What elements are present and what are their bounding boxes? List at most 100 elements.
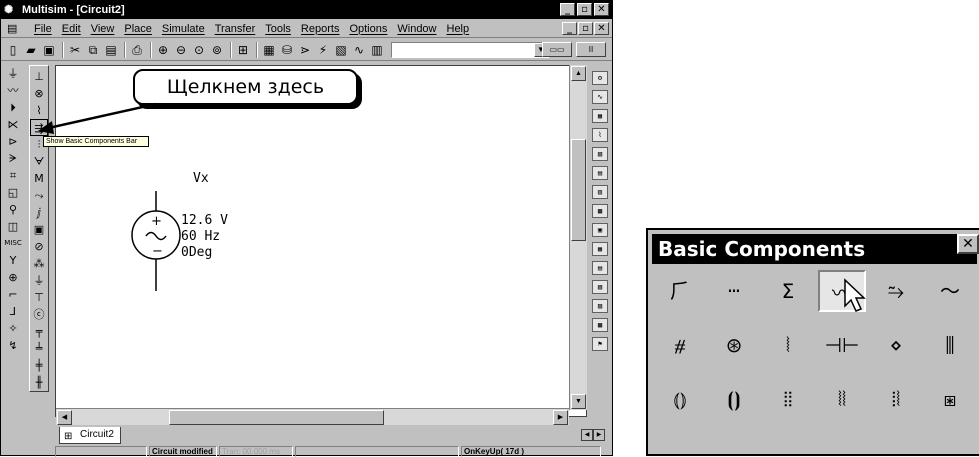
tab-prev-icon[interactable]: ◀	[581, 429, 593, 441]
battery-icon[interactable]: ⊤	[30, 289, 48, 306]
menu-reports[interactable]: Reports	[296, 23, 345, 35]
indicator-icon[interactable]: ◫	[4, 218, 22, 235]
in-use-list-dropdown[interactable]: ▼	[391, 41, 549, 58]
inductor-component-icon[interactable]: 〜	[926, 270, 974, 312]
inductor-icon[interactable]: ᗄ	[30, 153, 48, 170]
virtual-capacitor-pair-icon[interactable]: ⵉ	[764, 270, 812, 312]
probe-icon[interactable]: ⚡	[315, 42, 331, 58]
save-icon[interactable]: ▣	[41, 42, 57, 58]
analog-icon[interactable]: ⊳	[4, 133, 22, 150]
vss-icon[interactable]: ╫	[30, 374, 48, 391]
new-file-icon[interactable]: ▯	[5, 42, 21, 58]
vcc-icon[interactable]: ╤	[30, 323, 48, 340]
horizontal-scrollbar[interactable]: ◀ ▶	[56, 408, 569, 425]
menu-file[interactable]: File	[29, 23, 57, 35]
place-text-icon[interactable]: ↯	[4, 337, 22, 354]
component-wizard-icon[interactable]: ⋗	[297, 42, 313, 58]
tab-circuit2[interactable]: ⊞ Circuit2	[59, 427, 121, 444]
doc-minimize-button[interactable]: _	[562, 22, 577, 35]
grapher-icon[interactable]: ▧	[333, 42, 349, 58]
menu-view[interactable]: View	[86, 23, 120, 35]
copy-icon[interactable]: ⧉	[85, 42, 101, 58]
virtual-resistor-icon[interactable]: ⺁	[656, 270, 704, 312]
place-bus-icon[interactable]: ⅃	[4, 303, 22, 320]
relay-component-icon[interactable]: ⧆	[926, 378, 974, 420]
probe-tool-icon[interactable]: ⚑	[592, 337, 608, 351]
tektronix-icon[interactable]: ▩	[592, 318, 608, 332]
cut-icon[interactable]: ✂	[67, 42, 83, 58]
function-generator-icon[interactable]: ∿	[592, 90, 608, 104]
menu-options[interactable]: Options	[344, 23, 392, 35]
ttl-icon[interactable]: ᗒ	[4, 150, 22, 167]
scroll-down-icon[interactable]: ▼	[571, 394, 586, 409]
doc-close-button[interactable]: ✕	[594, 22, 609, 35]
agilent-icon[interactable]: ▨	[592, 299, 608, 313]
bridge-icon[interactable]: ⋄	[872, 324, 920, 366]
vee-icon[interactable]: ╪	[30, 357, 48, 374]
zoom-out-icon[interactable]: ⊖	[173, 42, 189, 58]
virtual-inductor-pair-icon[interactable]: ⵈ	[710, 270, 758, 312]
connector-icon[interactable]: ▣	[30, 221, 48, 238]
transformer-multi-icon[interactable]: ⦙⦙	[764, 378, 812, 420]
oscilloscope-icon[interactable]: ⌇	[592, 128, 608, 142]
basic-icon[interactable]: 〰	[4, 82, 22, 99]
zoom-area-icon[interactable]: ⊙	[191, 42, 207, 58]
power-source-icon[interactable]: ⊥	[30, 68, 48, 85]
scroll-right-icon[interactable]: ▶	[553, 410, 568, 425]
transistor-icon[interactable]: ⋉	[4, 116, 22, 133]
variable-capacitor-icon[interactable]: ⧣	[656, 324, 704, 366]
crystal-icon[interactable]: ⁂	[30, 255, 48, 272]
electromech-icon[interactable]: ⊕	[4, 269, 22, 286]
transformer-ct-icon[interactable]: ⦗⦘	[710, 378, 758, 420]
ladder-icon[interactable]: ⌐	[4, 286, 22, 303]
relay-icon[interactable]: ⅉ	[30, 204, 48, 221]
logic-analyzer-icon[interactable]: ▥	[592, 185, 608, 199]
transformer-icon[interactable]: ⦅⦆	[656, 378, 704, 420]
minimize-button[interactable]: _	[560, 3, 575, 16]
simulate-switch-icon[interactable]: ▭▭	[542, 42, 572, 57]
socket-icon[interactable]: ⊘	[30, 238, 48, 255]
zoom-fit-icon[interactable]: ⊚	[209, 42, 225, 58]
bode-plotter-icon[interactable]: ▧	[592, 147, 608, 161]
document-icon[interactable]: ▤	[7, 22, 23, 36]
transformer-tap-icon[interactable]: ⦚⦚	[818, 378, 866, 420]
potentiometer-icon[interactable]: ⥲	[872, 270, 920, 312]
cmos-icon[interactable]: ⌗	[4, 167, 22, 184]
paste-icon[interactable]: ▤	[103, 42, 119, 58]
antenna-icon[interactable]: Y	[4, 252, 22, 269]
misc-digital-icon[interactable]: ◱	[4, 184, 22, 201]
capacitor-component-icon[interactable]: ⊣⊢	[818, 324, 866, 366]
spreadsheet-icon[interactable]: ▦	[261, 42, 277, 58]
wattmeter-icon[interactable]: ▦	[592, 109, 608, 123]
iv-analyzer-icon[interactable]: ▧	[592, 280, 608, 294]
hierarchy-icon[interactable]: ⊞	[235, 42, 251, 58]
network-analyzer-icon[interactable]: ▤	[592, 261, 608, 275]
menu-place[interactable]: Place	[119, 23, 157, 35]
open-folder-icon[interactable]: ▰	[23, 42, 39, 58]
multimeter-icon[interactable]: ⚙	[592, 71, 608, 85]
distortion-analyzer-icon[interactable]: ▣	[592, 223, 608, 237]
source-icon[interactable]: ⏚	[4, 65, 22, 82]
menu-transfer[interactable]: Transfer	[210, 23, 261, 35]
menu-simulate[interactable]: Simulate	[157, 23, 210, 35]
analysis-icon[interactable]: ∿	[351, 42, 367, 58]
ac-source-icon[interactable]: ⓒ	[30, 306, 48, 323]
transformer-coupled-icon[interactable]: ⦙⦚	[872, 378, 920, 420]
place-hb-icon[interactable]: ✧	[4, 320, 22, 337]
mixed-icon[interactable]: ⚲	[4, 201, 22, 218]
horizontal-scroll-thumb[interactable]	[169, 410, 384, 425]
postprocessor-icon[interactable]: ▥	[369, 42, 385, 58]
menu-edit[interactable]: Edit	[57, 23, 86, 35]
print-icon[interactable]: ⎙	[129, 42, 145, 58]
menu-help[interactable]: Help	[442, 23, 475, 35]
close-button[interactable]: ✕	[594, 3, 609, 16]
menu-window[interactable]: Window	[392, 23, 441, 35]
switch-icon[interactable]: ⤳	[30, 187, 48, 204]
diode-icon[interactable]: ⏵	[4, 99, 22, 116]
spectrum-analyzer-icon[interactable]: ▦	[592, 242, 608, 256]
word-generator-icon[interactable]: ▤	[592, 166, 608, 180]
vertical-scroll-thumb[interactable]	[571, 139, 586, 241]
resistor-vertical-icon[interactable]: ⦚	[764, 324, 812, 366]
database-icon[interactable]: ⛁	[279, 42, 295, 58]
doc-restore-button[interactable]: ▫	[578, 22, 593, 35]
